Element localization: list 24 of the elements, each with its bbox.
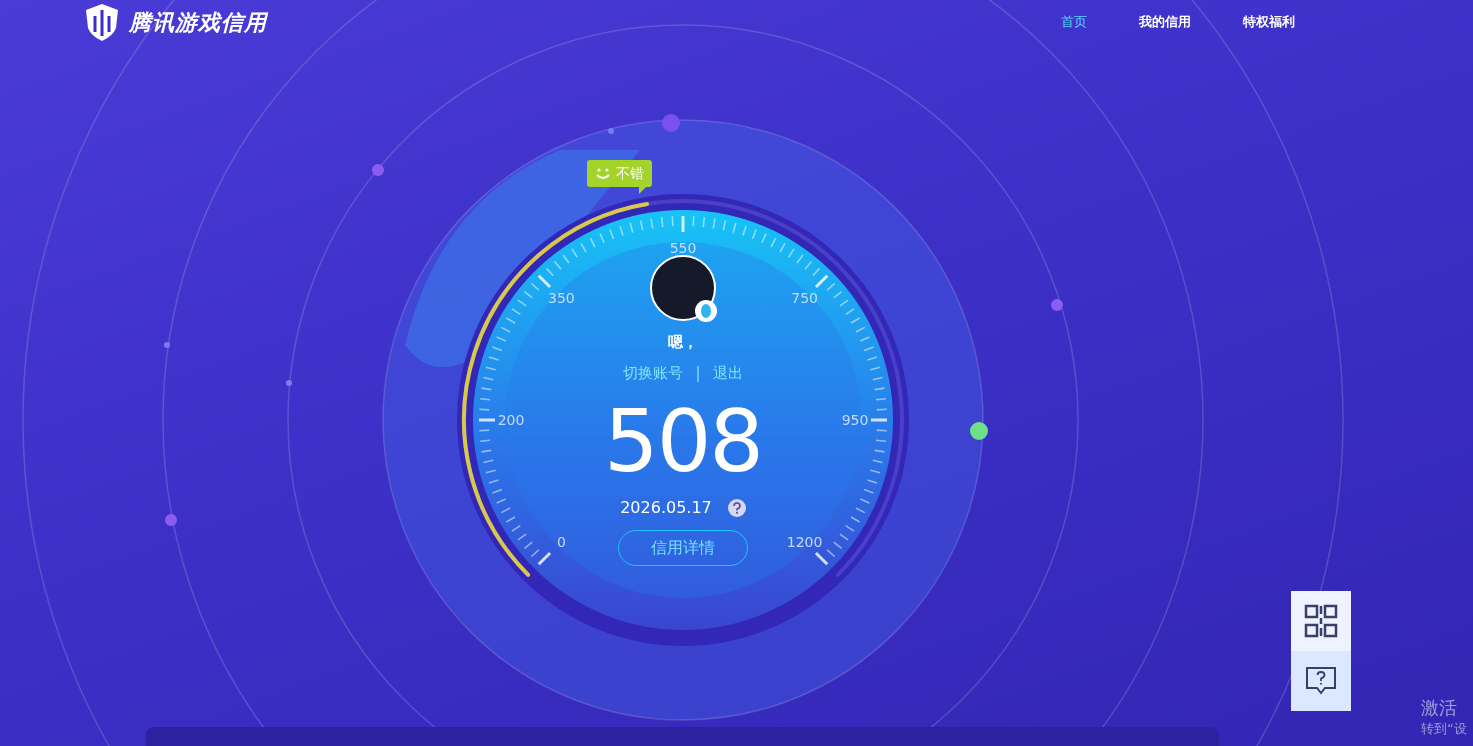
scale-label: 550 — [669, 240, 697, 256]
help-button[interactable] — [1291, 651, 1351, 711]
score-date: 2026.05.17 — [620, 497, 712, 519]
nav-link[interactable]: 我的信用 — [1139, 12, 1191, 32]
logo-text: 腾讯游戏信用 — [129, 8, 267, 37]
scale-label: 750 — [791, 290, 818, 307]
activation-hint: 转到“设 — [1421, 719, 1467, 738]
shield-logo-icon — [83, 2, 121, 42]
feedback-icon — [1305, 665, 1337, 697]
nav-link[interactable]: 特权福利 — [1243, 12, 1295, 32]
credit-score: 508 — [603, 398, 763, 484]
activation-title: 激活 — [1421, 697, 1458, 719]
scale-label: 350 — [548, 290, 575, 307]
mood-label: 不错 — [616, 164, 644, 183]
qrcode-icon — [1304, 604, 1338, 638]
separator: | — [695, 362, 701, 384]
qrcode-button[interactable] — [1291, 591, 1351, 651]
scale-label: 0 — [556, 533, 566, 550]
scale-label: 200 — [497, 412, 525, 428]
smiley-icon — [595, 166, 611, 181]
nickname: 嗯， — [668, 332, 698, 353]
nav-link[interactable]: 首页 — [1061, 12, 1087, 32]
scale-label: 1200 — [786, 533, 823, 550]
scale-label: 950 — [841, 412, 869, 428]
